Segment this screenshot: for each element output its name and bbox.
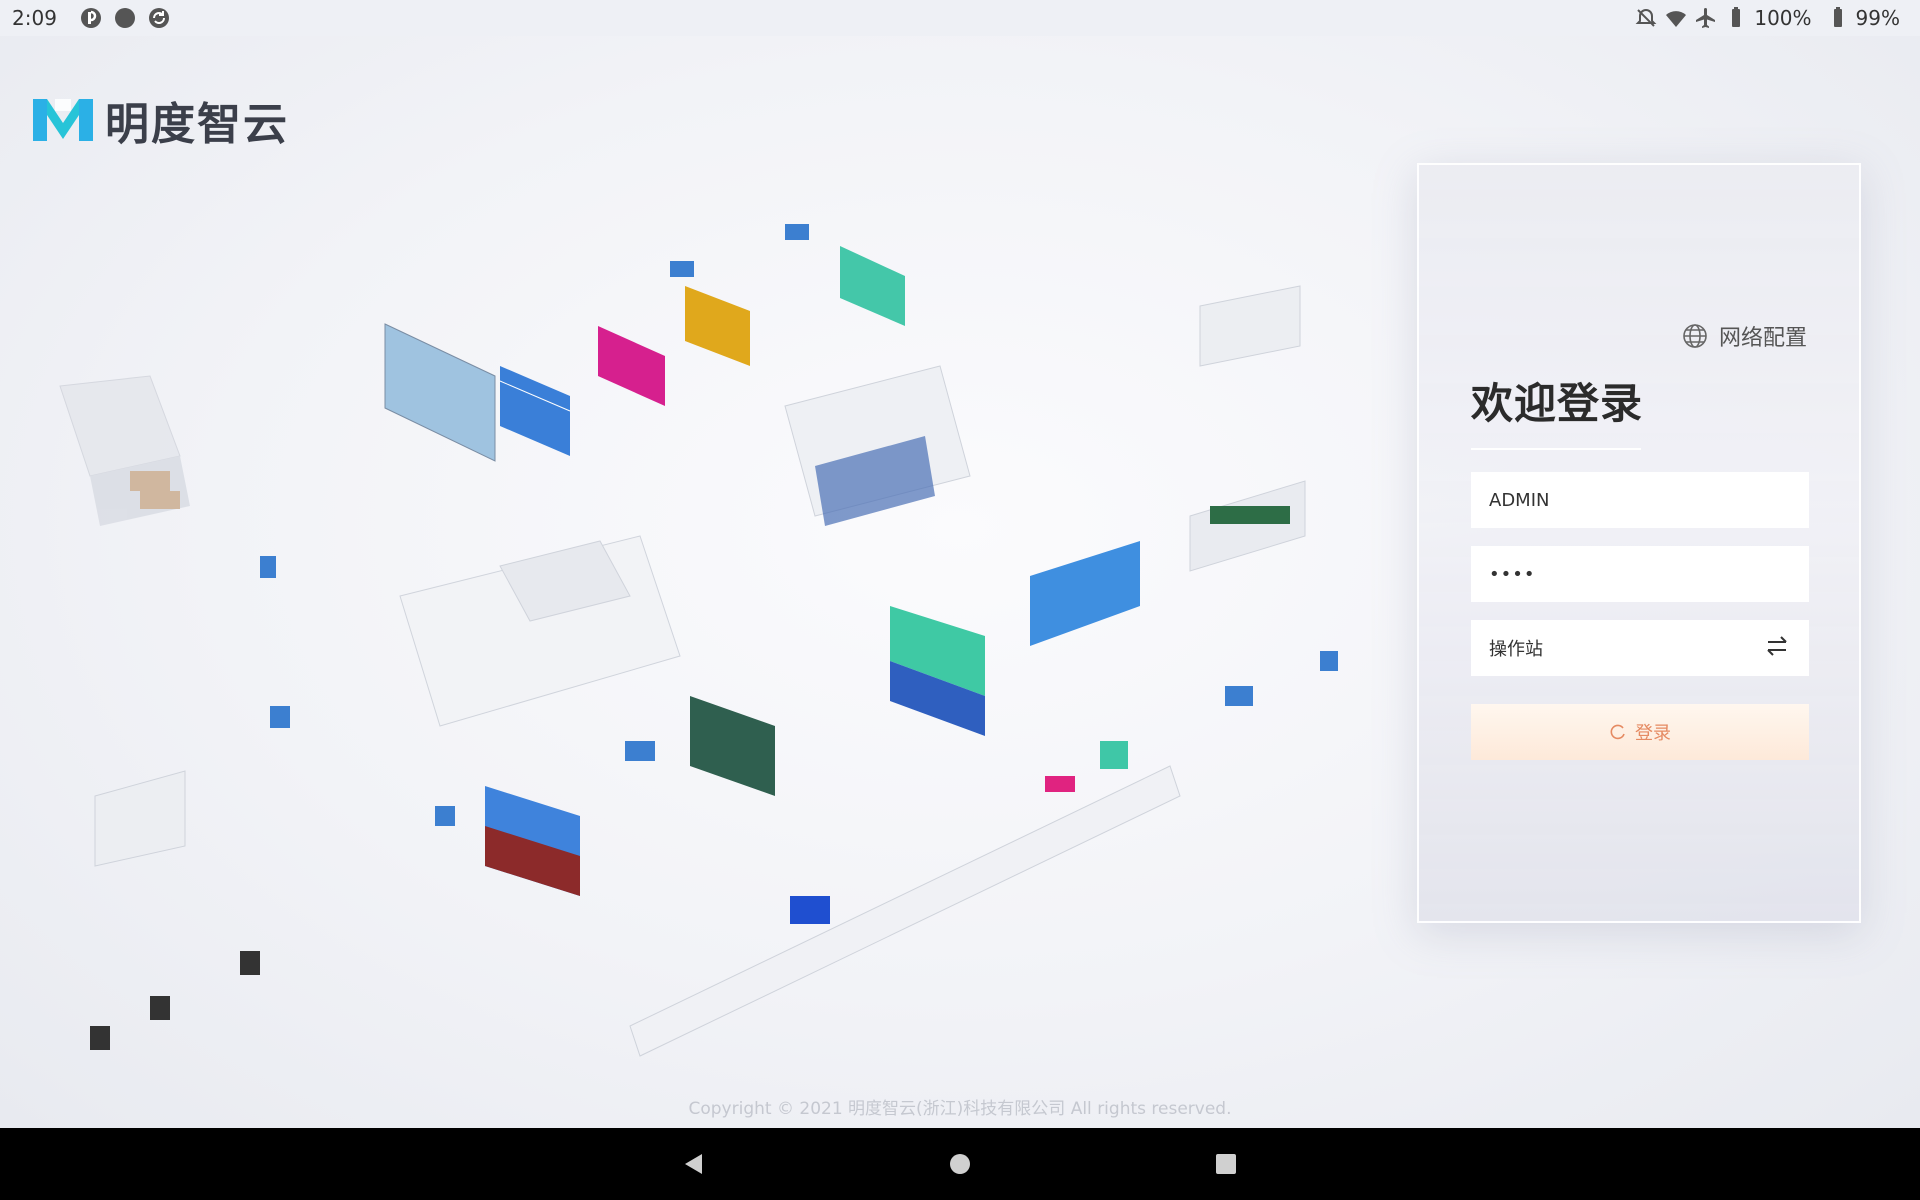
home-button[interactable] <box>942 1146 978 1182</box>
home-icon <box>950 1154 970 1174</box>
login-button-label: 登录 <box>1635 723 1671 743</box>
username-input[interactable] <box>1489 472 1791 528</box>
airplane-icon <box>1694 6 1718 30</box>
globe-icon <box>1683 324 1707 348</box>
recents-icon <box>1216 1154 1236 1174</box>
mute-icon <box>1634 6 1658 30</box>
title-underline <box>1471 448 1641 450</box>
password-field-wrapper: •••• <box>1471 546 1809 602</box>
welcome-title: 欢迎登录 <box>1471 379 1644 428</box>
swap-icon[interactable] <box>1763 632 1791 665</box>
brand-name: 明度智云 <box>105 99 289 150</box>
station-label: 操作站 <box>1489 639 1543 660</box>
recents-button[interactable] <box>1208 1146 1244 1182</box>
battery-percent-secondary: 99% <box>1855 6 1900 30</box>
brand-logo: 明度智云 <box>33 88 289 152</box>
battery-percent-main: 100% <box>1754 6 1812 30</box>
login-button[interactable]: 登录 <box>1471 704 1809 760</box>
status-left: 2:09 <box>12 6 171 30</box>
back-icon <box>685 1154 702 1174</box>
status-time: 2:09 <box>12 6 57 30</box>
username-field-wrapper <box>1471 472 1809 528</box>
battery-icon <box>1724 6 1748 30</box>
loading-spinner-icon <box>1610 724 1625 740</box>
battery-secondary-icon <box>1826 6 1850 30</box>
system-nav-bar <box>0 1128 1920 1200</box>
network-config-button[interactable]: 网络配置 <box>1681 320 1807 352</box>
status-right: 100% 99% <box>1634 6 1908 30</box>
copyright-text: Copyright © 2021 明度智云(浙江)科技有限公司 All righ… <box>688 1099 1232 1119</box>
status-bar: 2:09 100% 99% <box>0 0 1920 36</box>
wifi-icon <box>1664 6 1688 30</box>
password-input[interactable]: •••• <box>1489 564 1535 585</box>
app-icon-2 <box>113 6 137 30</box>
brand-mark-icon <box>33 99 93 141</box>
station-selector[interactable]: 操作站 <box>1471 620 1809 676</box>
login-card: 网络配置 欢迎登录 •••• 操作站 登录 <box>1417 163 1861 923</box>
app-icon-1 <box>79 6 103 30</box>
back-button[interactable] <box>676 1146 712 1182</box>
network-config-label: 网络配置 <box>1718 326 1807 351</box>
sync-icon <box>147 6 171 30</box>
